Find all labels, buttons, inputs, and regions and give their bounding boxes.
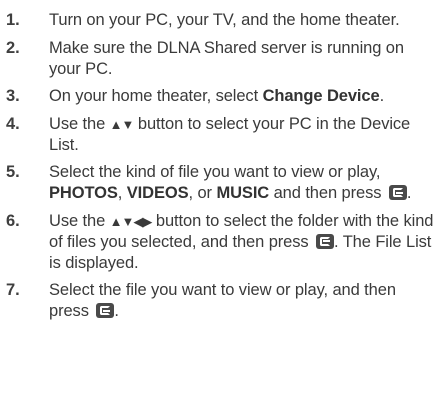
direction-arrows-icon: ▲▼◀▶ <box>109 213 153 229</box>
step-6: 6. Use the ▲▼◀▶ button to select the fol… <box>6 211 438 274</box>
step-text: Select the file you want to view or play… <box>49 280 438 322</box>
step-number: 5. <box>6 163 20 181</box>
step-number: 3. <box>6 87 20 105</box>
photos-label: PHOTOS <box>49 184 118 202</box>
enter-button-icon <box>388 185 407 200</box>
instruction-document: 1. Turn on your PC, your TV, and the hom… <box>0 0 446 410</box>
step-number: 4. <box>6 114 20 133</box>
step-number: 1. <box>6 11 20 29</box>
up-down-arrows-icon: ▲▼ <box>109 116 135 132</box>
step-text-post: and then press <box>269 184 386 202</box>
step-2: 2. Make sure the DLNA Shared server is r… <box>6 38 438 80</box>
step-4: 4. Use the ▲▼ button to select your PC i… <box>6 114 438 156</box>
step-text-pre: Select the kind of file you want to view… <box>49 163 381 181</box>
step-number: 2. <box>6 38 20 57</box>
separator: , or <box>188 184 217 202</box>
separator: , <box>117 184 127 202</box>
step-text-end: . <box>406 184 412 202</box>
step-number: 6. <box>6 211 20 230</box>
step-text-post: . <box>379 87 385 105</box>
step-7: 7. Select the file you want to view or p… <box>6 280 438 322</box>
step-number: 7. <box>6 281 20 299</box>
step-text-pre: Use the <box>49 211 110 230</box>
music-label: MUSIC <box>216 184 270 202</box>
enter-button-icon <box>316 233 335 249</box>
step-text-pre: On your home theater, select <box>49 87 263 105</box>
step-3: 3. On your home theater, select Change D… <box>6 86 438 107</box>
videos-label: VIDEOS <box>126 184 189 202</box>
step-5: 5. Select the kind of file you want to v… <box>6 162 438 204</box>
step-text-end: . <box>114 302 119 320</box>
step-1: 1. Turn on your PC, your TV, and the hom… <box>6 10 438 31</box>
step-text-pre: Use the <box>49 114 110 133</box>
steps-list: 1. Turn on your PC, your TV, and the hom… <box>6 10 438 322</box>
enter-button-icon <box>96 303 115 318</box>
step-text: Use the ▲▼◀▶ button to select the folder… <box>49 211 438 274</box>
step-text: Turn on your PC, your TV, and the home t… <box>49 11 400 29</box>
step-text: Use the ▲▼ button to select your PC in t… <box>49 114 438 156</box>
step-text: Make sure the DLNA Shared server is runn… <box>49 38 404 78</box>
step-text: On your home theater, select Change Devi… <box>49 86 438 107</box>
change-device-label: Change Device <box>262 87 380 105</box>
step-text: Select the kind of file you want to view… <box>49 162 438 204</box>
